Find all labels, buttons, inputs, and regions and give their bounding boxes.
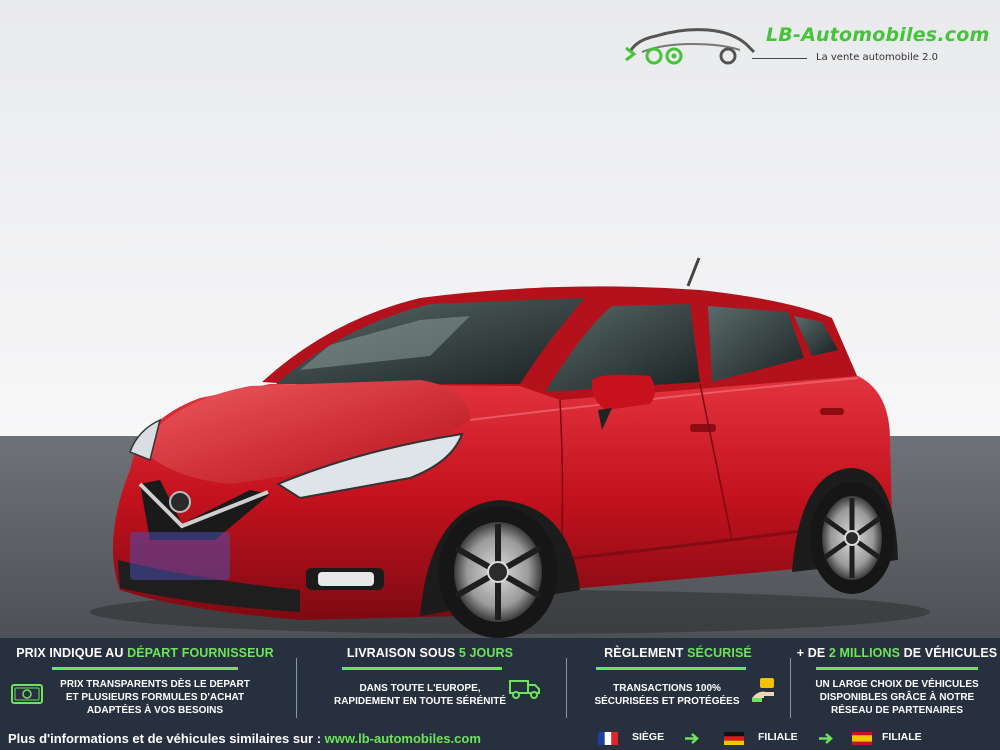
logo-divider — [752, 58, 807, 59]
delivery-truck-icon — [509, 680, 540, 699]
secure-payment-icon — [752, 678, 774, 702]
info-banner: PRIX INDIQUE AU DÉPART FOURNISSEUR PRIX … — [0, 638, 1000, 750]
feature-payment-title: RÈGLEMENT SÉCURISÉ — [604, 646, 752, 660]
france-flag-icon — [598, 732, 618, 745]
money-icon — [11, 684, 43, 704]
location-label: FILIALE — [882, 731, 922, 743]
feature-delivery-underline — [342, 667, 502, 670]
arrow-right-icon — [685, 733, 699, 744]
germany-flag-icon — [724, 732, 744, 745]
banner-divider — [566, 658, 567, 718]
brand-tagline: La vente automobile 2.0 — [816, 52, 939, 63]
feature-price: PRIX INDIQUE AU DÉPART FOURNISSEUR PRIX … — [0, 638, 290, 722]
feature-vehicles-description: UN LARGE CHOIX DE VÉHICULES DISPONIBLES … — [815, 679, 979, 716]
feature-payment: RÈGLEMENT SÉCURISÉ TRANSACTIONS 100% SÉC… — [570, 638, 786, 722]
feature-payment-underline — [596, 667, 746, 670]
footer-more-info: Plus d'informations et de véhicules simi… — [8, 731, 481, 746]
feature-vehicles-title: + DE 2 MILLIONS DE VÉHICULES — [796, 646, 998, 660]
spain-flag-icon — [852, 732, 872, 745]
arrow-right-icon — [819, 733, 833, 744]
car-photo-illustration — [0, 0, 1000, 638]
location-label: SIÈGE — [632, 731, 665, 743]
feature-price-title: PRIX INDIQUE AU DÉPART FOURNISSEUR — [16, 646, 274, 660]
feature-delivery-title: LIVRAISON SOUS 5 JOURS — [346, 646, 514, 660]
car-photo — [0, 0, 1000, 638]
feature-payment-description: TRANSACTIONS 100% SÉCURISÉES ET PROTÉGÉE… — [594, 683, 740, 707]
feature-delivery-description: DANS TOUTE L'EUROPE, RAPIDEMENT EN TOUTE… — [333, 683, 507, 707]
feature-vehicles: + DE 2 MILLIONS DE VÉHICULES UN LARGE CH… — [794, 638, 1000, 722]
banner-divider — [790, 658, 791, 718]
footer-website-link[interactable]: www.lb-automobiles.com — [325, 731, 481, 746]
banner-divider — [296, 658, 297, 718]
brand-name: LB-Automobiles.com — [766, 24, 990, 46]
feature-vehicles-underline — [816, 667, 978, 670]
logo-car-icon — [625, 28, 756, 65]
brand-logo: LB-Automobiles.com La vente automobile 2… — [622, 18, 1000, 70]
location-label: FILIALE — [758, 731, 798, 743]
feature-price-underline — [52, 667, 238, 670]
feature-price-description: PRIX TRANSPARENTS DÈS LE DEPART ET PLUSI… — [60, 679, 250, 716]
feature-delivery: LIVRAISON SOUS 5 JOURS DANS TOUTE L'EURO… — [300, 638, 560, 722]
